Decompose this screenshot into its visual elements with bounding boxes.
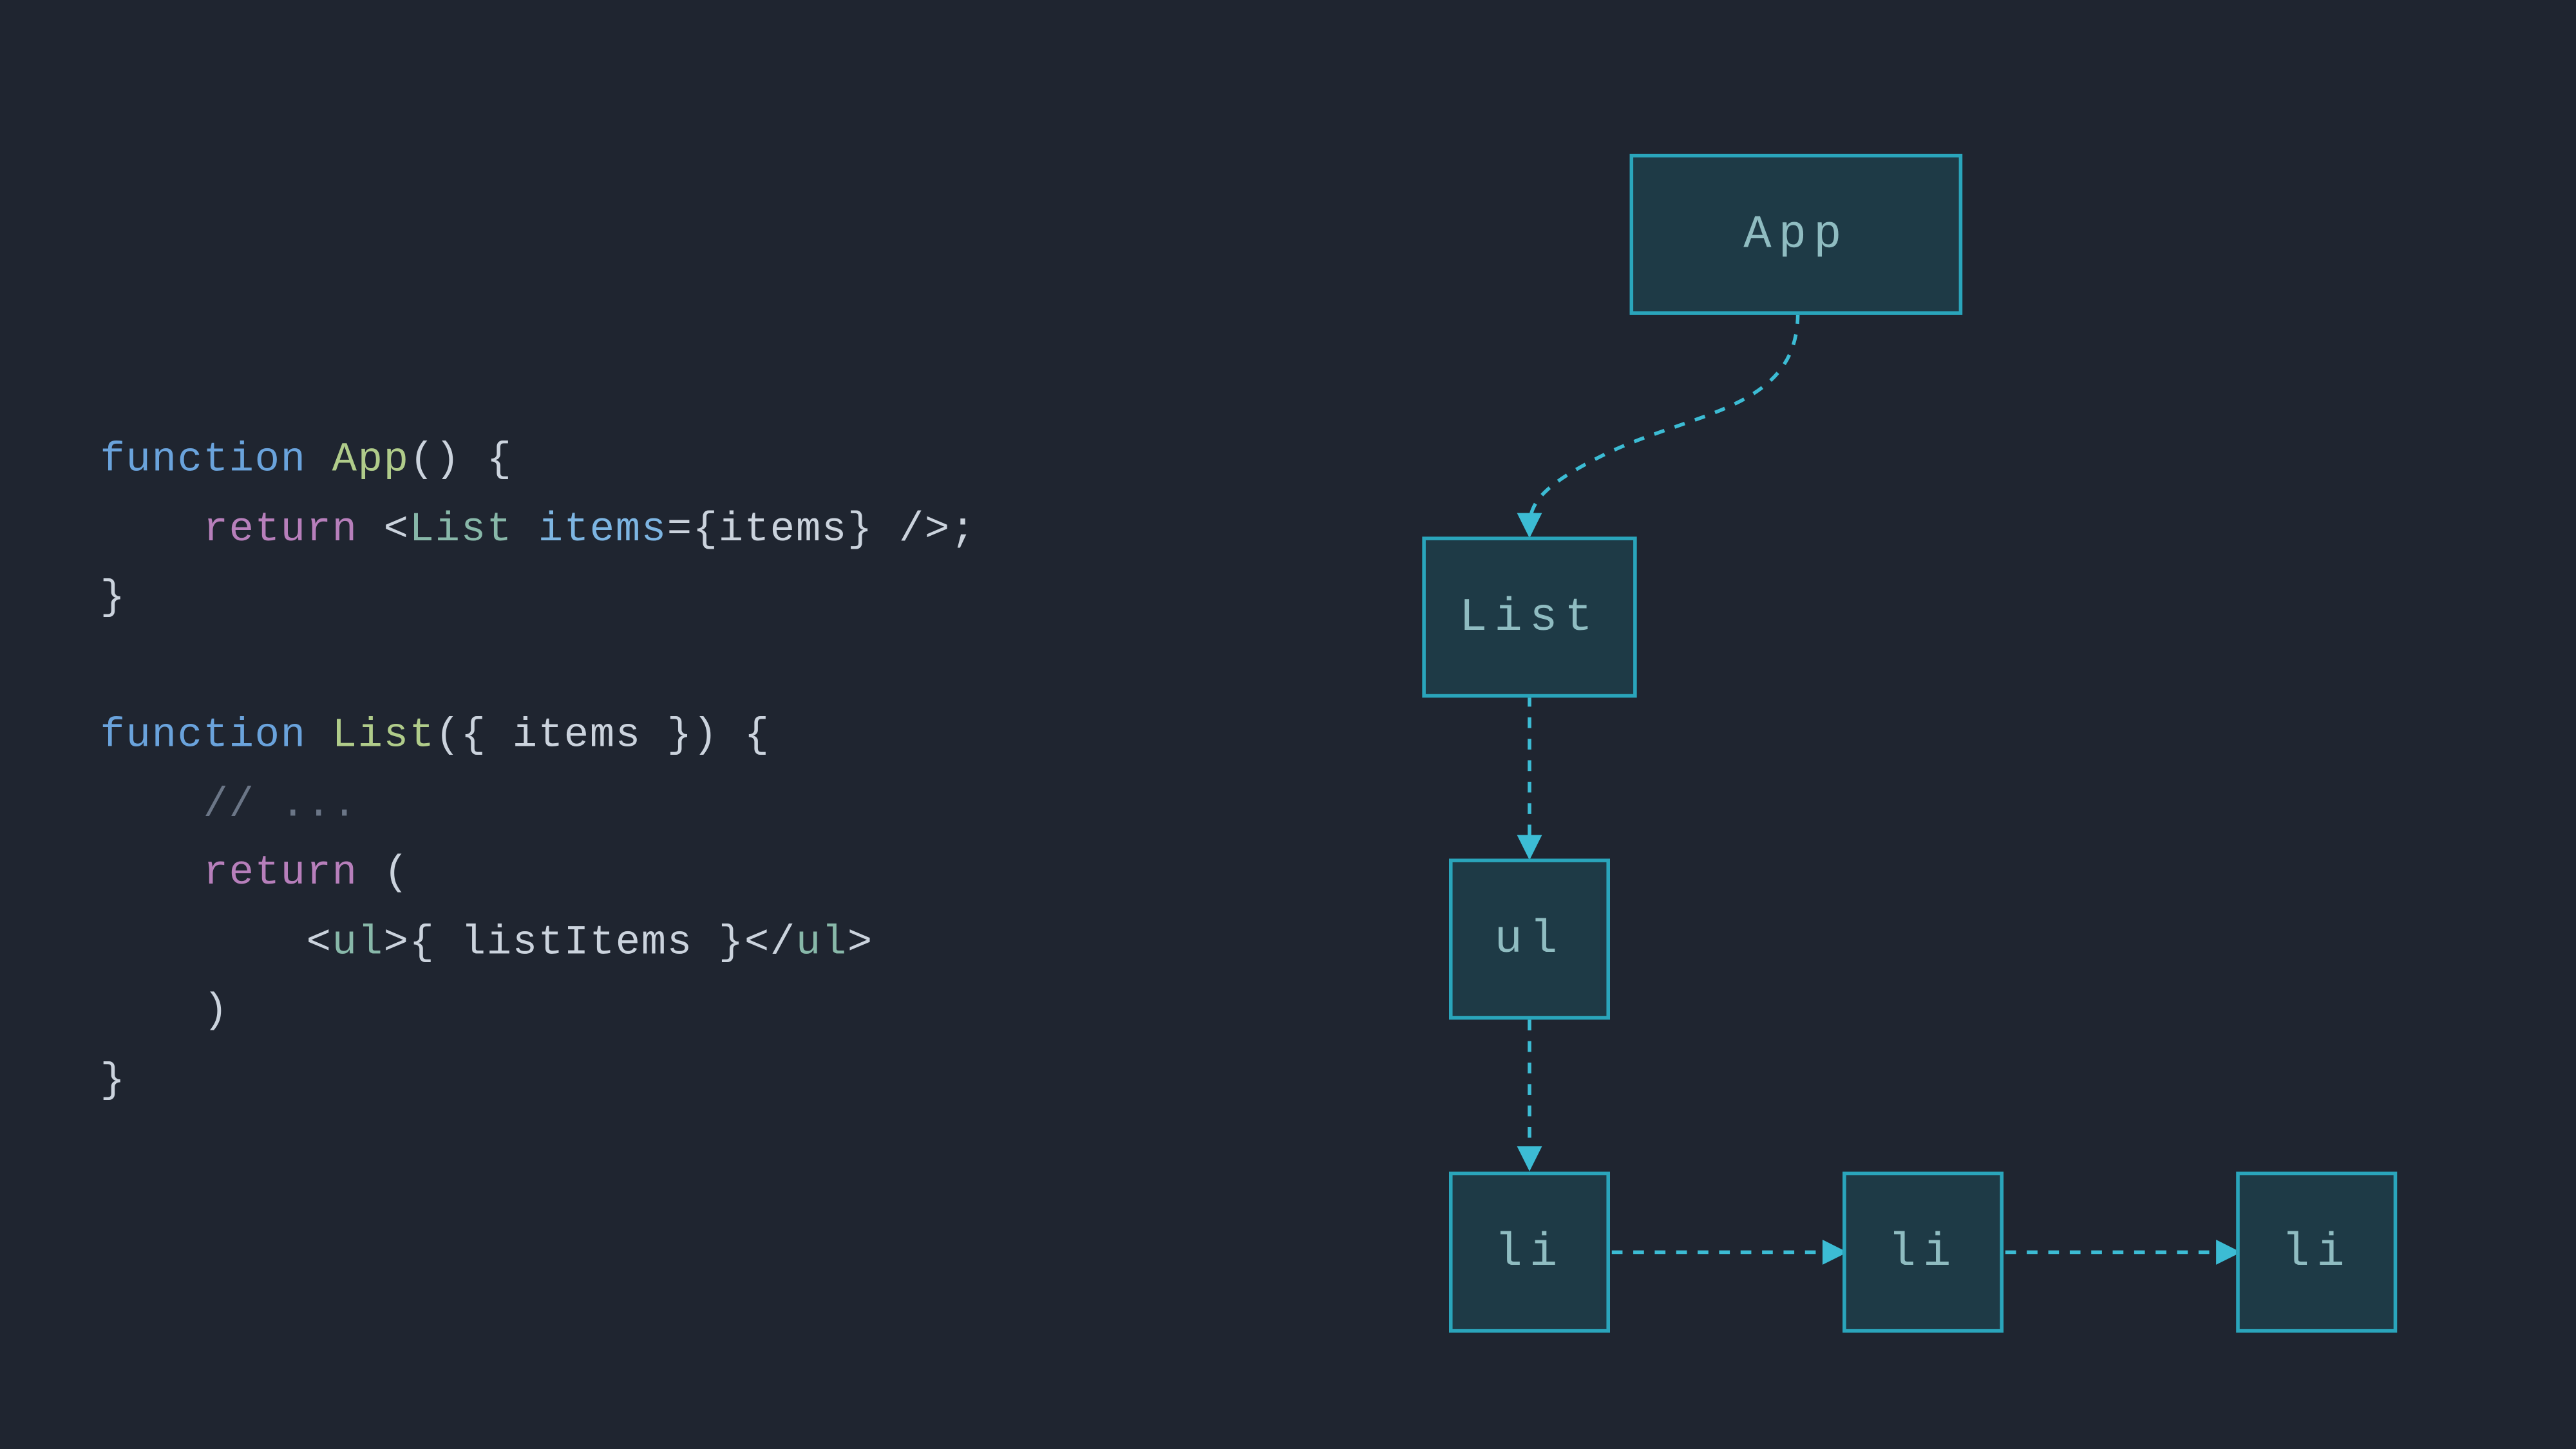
diagram-connections [0, 0, 2576, 1449]
arrow-app-to-list [1530, 313, 1798, 533]
slide-stage: function App() { return <List items={ite… [0, 0, 2576, 1449]
